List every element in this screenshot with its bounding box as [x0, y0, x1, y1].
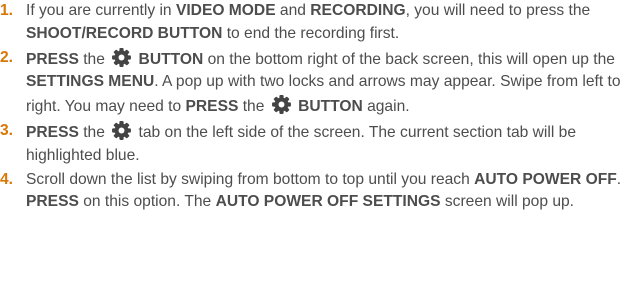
step-number: 1.: [0, 2, 14, 19]
bold-term: SETTINGS MENU: [26, 73, 155, 91]
step-number: 4.: [0, 170, 14, 188]
bold-term: BUTTON: [293, 98, 363, 116]
bold-term: SHOOT/RECORD BUTTON: [26, 24, 223, 42]
instruction-text: the: [78, 123, 110, 141]
step-number: 2.: [0, 48, 14, 66]
bold-term: PRESS: [26, 50, 79, 68]
instruction-text: the: [78, 50, 110, 68]
step-item: 3. PRESS the tab on the left side of the …: [0, 120, 623, 168]
instruction-text: and: [275, 2, 311, 19]
bold-term: VIDEO MODE: [175, 2, 276, 19]
bold-term: PRESS: [26, 123, 79, 141]
instruction-text: on the bottom right of the back screen, …: [203, 50, 620, 68]
gear-icon: [271, 94, 292, 115]
instruction-text: to end the recording first.: [222, 24, 400, 42]
bold-term: AUTO POWER OFF SETTINGS: [215, 193, 441, 211]
gear-icon: [111, 120, 132, 141]
gear-icon: [111, 47, 132, 68]
bold-term: BUTTON: [134, 50, 204, 68]
bold-term: PRESS: [185, 98, 239, 116]
bold-term: RECORDING: [310, 2, 406, 19]
step-number: 3.: [0, 121, 14, 139]
instruction-text: on this option. The: [78, 193, 216, 211]
instruction-text: the: [238, 98, 269, 116]
step-item: 4. Scroll down the list by swiping from b…: [0, 169, 626, 215]
bold-term: PRESS: [26, 193, 79, 211]
instruction-text: screen will pop up.: [440, 193, 575, 211]
instruction-steps: 1. If you are currently in VIDEO MODE and…: [0, 0, 631, 214]
instruction-text: .: [616, 170, 626, 188]
instruction-text: If you are currently in: [26, 2, 176, 19]
instruction-text: , you will need to press the: [405, 2, 595, 19]
bold-term: AUTO POWER OFF: [474, 170, 617, 188]
step-item: 2. PRESS the BUTTON on the bottom right o…: [0, 47, 623, 119]
instruction-text: again.: [362, 98, 410, 116]
step-item: 1. If you are currently in VIDEO MODE and…: [0, 0, 623, 46]
instruction-text: Scroll down the list by swiping from bot…: [26, 170, 475, 188]
